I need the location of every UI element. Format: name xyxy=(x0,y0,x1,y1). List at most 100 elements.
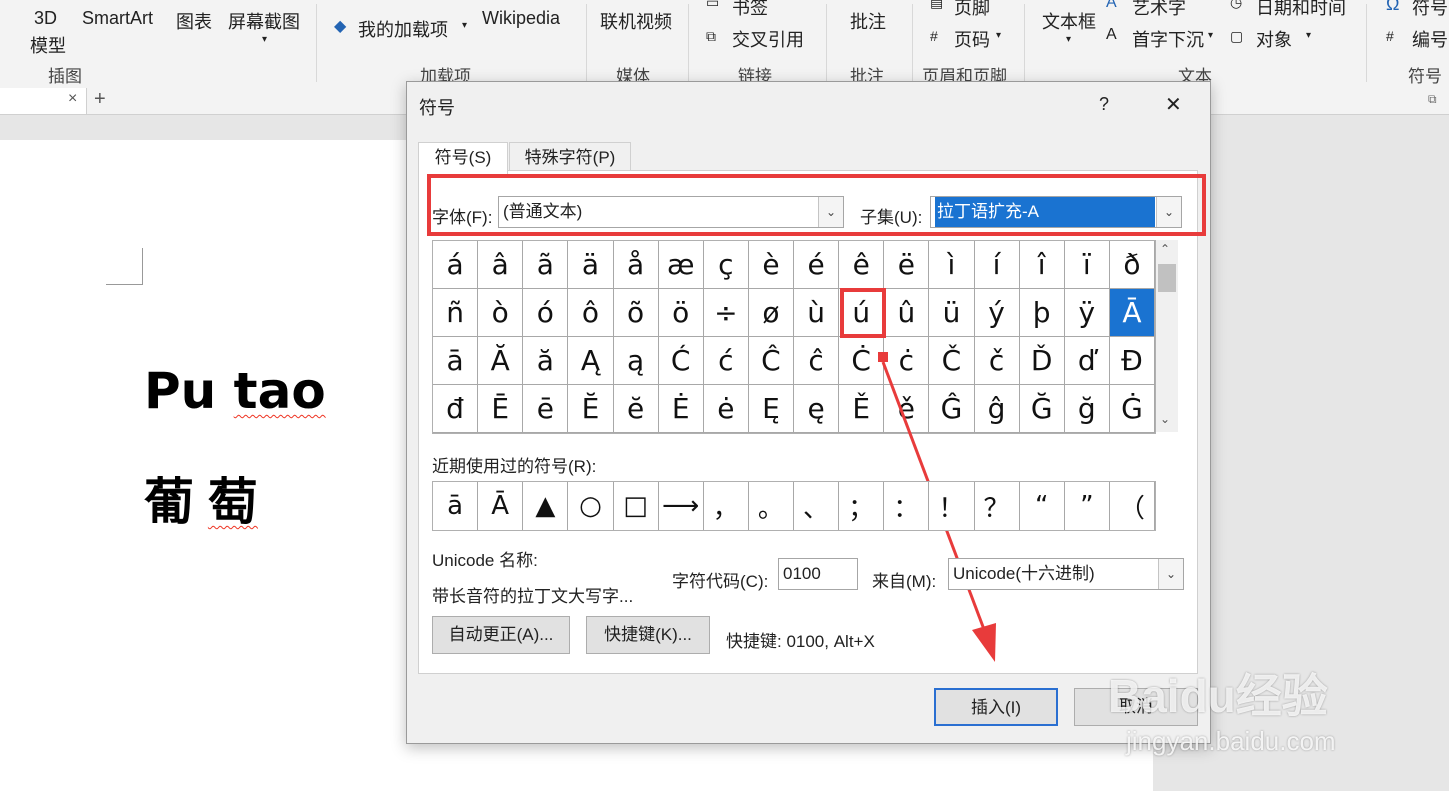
chevron-down-icon[interactable]: ⌄ xyxy=(1158,559,1183,589)
symbol-cell[interactable]: í xyxy=(974,241,1020,289)
recent-symbol-cell[interactable]: ： xyxy=(884,482,930,530)
symbol-cell[interactable]: ì xyxy=(929,241,975,289)
symbol-cell[interactable]: Ē xyxy=(478,385,524,433)
symbol-cell[interactable]: Ċ xyxy=(839,337,885,385)
recent-symbol-cell[interactable]: Ā xyxy=(478,482,524,530)
symbol-cell[interactable]: æ xyxy=(658,241,704,289)
symbol-cell[interactable]: ď xyxy=(1064,337,1110,385)
chevron-down-icon[interactable]: ▾ xyxy=(1208,30,1213,41)
3d-model-button[interactable]: 3D xyxy=(34,8,57,29)
chevron-down-icon[interactable]: ▾ xyxy=(262,34,267,45)
chevron-down-icon[interactable]: ▾ xyxy=(1066,34,1071,45)
numbering-button[interactable]: 编号 xyxy=(1412,26,1448,52)
symbol-cell[interactable]: Đ xyxy=(1109,337,1155,385)
recent-symbol-cell[interactable]: “ xyxy=(1020,482,1065,530)
recent-symbols-list[interactable]: ā Ā ▲ ○ □ ⟶，。、；：！？ “” （ xyxy=(432,481,1156,531)
symbol-cell[interactable]: è xyxy=(748,241,794,289)
recent-symbol-cell[interactable]: ， xyxy=(704,482,749,530)
wikipedia-button[interactable]: Wikipedia xyxy=(482,8,560,29)
screenshot-button[interactable]: 屏幕截图 xyxy=(228,8,300,34)
symbol-cell[interactable]: Ā xyxy=(1109,289,1155,337)
recent-symbol-cell[interactable]: 。 xyxy=(749,482,794,530)
symbol-cell[interactable]: Ĉ xyxy=(748,337,794,385)
help-button[interactable]: ? xyxy=(1099,94,1109,115)
cross-reference-button[interactable]: 交叉引用 xyxy=(732,26,804,52)
symbol-cell[interactable]: å xyxy=(613,241,659,289)
recent-symbol-cell[interactable]: ○ xyxy=(568,482,614,530)
online-video-button[interactable]: 联机视频 xyxy=(600,8,672,34)
symbol-cell[interactable]: ï xyxy=(1064,241,1110,289)
dropcap-button[interactable]: 首字下沉 xyxy=(1132,26,1204,52)
symbol-cell[interactable]: ĉ xyxy=(794,337,840,385)
smartart-button[interactable]: SmartArt xyxy=(82,8,153,29)
symbol-cell[interactable]: þ xyxy=(1019,289,1065,337)
recent-symbol-cell[interactable]: 、 xyxy=(794,482,840,530)
recent-symbol-cell[interactable]: ⟶ xyxy=(659,482,704,530)
chevron-down-icon[interactable]: ▾ xyxy=(462,20,467,31)
symbol-cell[interactable]: ē xyxy=(523,385,569,433)
symbol-cell[interactable]: ç xyxy=(703,241,749,289)
symbol-cell[interactable]: ë xyxy=(884,241,930,289)
doc-text-pu[interactable]: Pu xyxy=(144,346,216,440)
symbol-cell[interactable]: Ġ xyxy=(1109,385,1155,433)
symbol-cell[interactable]: õ xyxy=(613,289,659,337)
bookmark-button[interactable]: 书签 xyxy=(732,0,768,20)
doc-line-2[interactable]: 葡 萄 xyxy=(144,462,258,534)
symbol-cell[interactable]: Ć xyxy=(658,337,704,385)
symbol-cell[interactable]: ñ xyxy=(433,289,479,337)
char-code-input[interactable]: 0100 xyxy=(778,558,858,590)
symbol-cell[interactable]: ê xyxy=(839,241,885,289)
footer-button[interactable]: 页脚 xyxy=(954,0,990,20)
close-tab-icon[interactable]: × xyxy=(68,90,77,108)
symbol-cell[interactable]: ĕ xyxy=(613,385,659,433)
scroll-down-icon[interactable]: ⌄ xyxy=(1160,412,1170,426)
symbol-cell[interactable]: ė xyxy=(703,385,749,433)
symbol-cell[interactable]: ù xyxy=(794,289,840,337)
symbol-cell[interactable]: ò xyxy=(478,289,524,337)
comment-button[interactable]: 批注 xyxy=(850,8,886,34)
symbol-cell[interactable]: ý xyxy=(974,289,1020,337)
symbol-cell[interactable]: é xyxy=(794,241,840,289)
symbol-cell[interactable]: ċ xyxy=(884,337,930,385)
recent-symbol-cell[interactable]: （ xyxy=(1110,482,1155,530)
symbol-cell[interactable]: Ė xyxy=(658,385,704,433)
symbol-cell[interactable]: ā xyxy=(433,337,479,385)
symbol-cell[interactable]: ă xyxy=(523,337,569,385)
scroll-up-icon[interactable]: ⌃ xyxy=(1160,242,1170,256)
wordart-button[interactable]: 艺术字 xyxy=(1132,0,1186,20)
chevron-down-icon[interactable]: ▾ xyxy=(996,30,1001,41)
symbol-cell[interactable]: ü xyxy=(929,289,975,337)
document-tab[interactable]: × xyxy=(0,88,87,114)
doc-text-tao[interactable]: tao xyxy=(234,362,326,420)
symbol-cell[interactable]: Ğ xyxy=(1019,385,1065,433)
symbol-cell[interactable]: î xyxy=(1019,241,1065,289)
datetime-button[interactable]: 日期和时间 xyxy=(1256,0,1346,20)
3d-model-sub-label[interactable]: 模型 xyxy=(30,32,66,58)
symbol-cell[interactable]: Ĕ xyxy=(568,385,614,433)
symbol-cell[interactable]: ã xyxy=(523,241,569,289)
symbol-cell[interactable]: Ě xyxy=(839,385,885,433)
chart-button[interactable]: 图表 xyxy=(176,8,212,34)
symbol-cell[interactable]: ä xyxy=(568,241,614,289)
symbol-grid-scrollbar[interactable]: ⌃ ⌄ xyxy=(1156,240,1178,432)
symbol-cell[interactable]: ĝ xyxy=(974,385,1020,433)
symbol-cell[interactable]: Č xyxy=(929,337,975,385)
scrollbar-thumb[interactable] xyxy=(1158,264,1176,292)
symbol-cell[interactable]: ą xyxy=(613,337,659,385)
symbol-cell[interactable]: ÷ xyxy=(703,289,749,337)
symbol-cell[interactable]: ę xyxy=(794,385,840,433)
symbol-cell[interactable]: ÿ xyxy=(1064,289,1110,337)
object-button[interactable]: 对象 xyxy=(1256,26,1292,52)
page-number-button[interactable]: 页码 xyxy=(954,26,990,52)
recent-symbol-cell[interactable]: ā xyxy=(433,482,479,530)
recent-symbol-cell[interactable]: ； xyxy=(839,482,885,530)
symbol-cell[interactable]: ø xyxy=(748,289,794,337)
doc-line-1[interactable]: Pu tao xyxy=(144,346,326,440)
symbol-cell[interactable]: Ď xyxy=(1019,337,1065,385)
from-select[interactable]: Unicode(十六进制) ⌄ xyxy=(948,558,1184,590)
symbol-cell[interactable]: č xyxy=(974,337,1020,385)
chevron-down-icon[interactable]: ▾ xyxy=(1306,30,1311,41)
tab-symbols[interactable]: 符号(S) xyxy=(418,142,508,174)
symbol-cell[interactable]: Ą xyxy=(568,337,614,385)
symbol-grid[interactable]: á â ã ä å æ ç è é ê ë ì í î ï ð ñ ò ó ô õ ö ÷ ø ù ú û ü ý þ ÿ Āā Ăă Ąą Ćć Ĉ… xyxy=(432,240,1156,434)
